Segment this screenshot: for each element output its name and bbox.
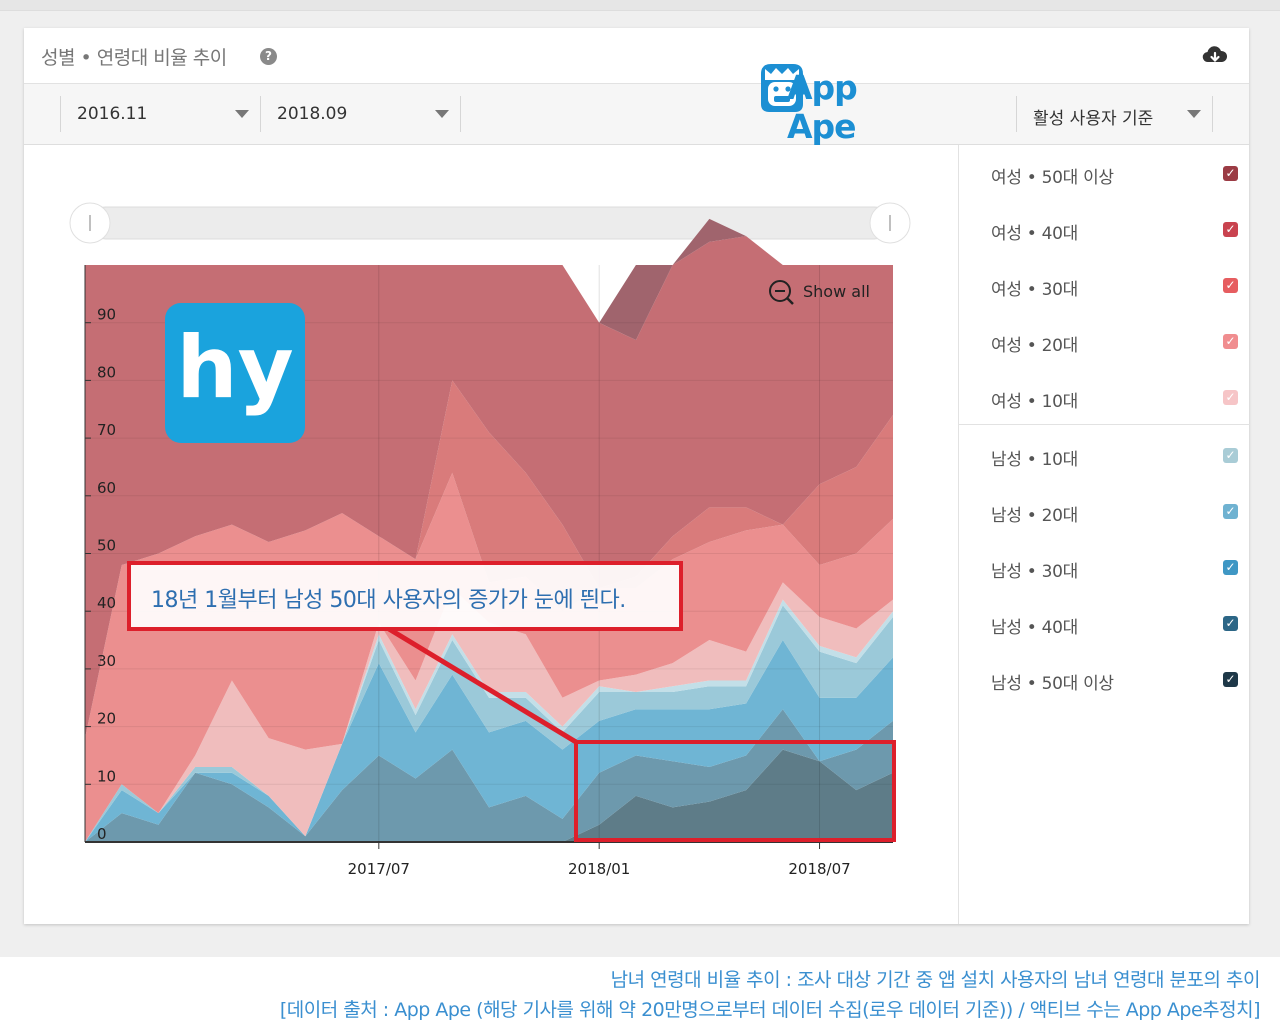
legend-item-label: 남성 • 20대 bbox=[991, 506, 1078, 526]
y-tick-label: 50 bbox=[97, 537, 116, 555]
legend-item[interactable]: 여성 • 10대 ✓ bbox=[959, 379, 1250, 419]
checkbox-icon[interactable]: ✓ bbox=[1223, 334, 1238, 349]
cloud-download-icon[interactable] bbox=[1202, 45, 1228, 67]
legend-item[interactable]: 남성 • 30대 ✓ bbox=[959, 549, 1250, 589]
legend-item-label: 여성 • 10대 bbox=[991, 392, 1078, 412]
checkbox-icon[interactable]: ✓ bbox=[1223, 672, 1238, 687]
legend-item-label: 여성 • 40대 bbox=[991, 224, 1078, 244]
caption-line-1: 남녀 연령대 비율 추이 : 조사 대상 기간 중 앱 설치 사용자의 남녀 연… bbox=[610, 969, 1261, 991]
app-ape-logo: App Ape bbox=[733, 60, 933, 146]
show-all-label: Show all bbox=[803, 282, 870, 301]
checkbox-icon[interactable]: ✓ bbox=[1223, 222, 1238, 237]
legend-item[interactable]: 여성 • 20대 ✓ bbox=[959, 323, 1250, 363]
checkbox-icon[interactable]: ✓ bbox=[1223, 166, 1238, 181]
x-tick-label: 2018/07 bbox=[788, 860, 850, 878]
y-tick-label: 10 bbox=[97, 767, 116, 785]
card-header: 성별 • 연령대 비율 추이 ? bbox=[24, 28, 1249, 84]
checkbox-icon[interactable]: ✓ bbox=[1223, 448, 1238, 463]
caption-line-2: [데이터 출처 : App Ape (해당 기사를 위해 약 20만명으로부터 … bbox=[279, 999, 1261, 1021]
y-tick-label: 80 bbox=[97, 363, 116, 381]
basis-select[interactable]: 활성 사용자 기준 bbox=[1016, 96, 1213, 132]
legend-item-label: 남성 • 30대 bbox=[991, 562, 1078, 582]
toolbar-divider bbox=[1212, 96, 1213, 132]
legend-item-label: 남성 • 10대 bbox=[991, 450, 1078, 470]
checkbox-icon[interactable]: ✓ bbox=[1223, 616, 1238, 631]
caption-bar: 남녀 연령대 비율 추이 : 조사 대상 기간 중 앱 설치 사용자의 남녀 연… bbox=[0, 957, 1280, 1032]
legend-item-label: 여성 • 50대 이상 bbox=[991, 168, 1114, 188]
y-tick-label: 90 bbox=[97, 306, 116, 324]
legend-item[interactable]: 여성 • 30대 ✓ bbox=[959, 267, 1250, 307]
legend-item[interactable]: 남성 • 10대 ✓ bbox=[959, 437, 1250, 477]
stacked-area-chart: 0 10 20 30 40 50 60 70 80 90 2017/07 2018/01 2018/0… bbox=[69, 202, 911, 878]
legend-panel bbox=[958, 145, 1250, 924]
slider-track bbox=[89, 206, 891, 240]
hy-app-logo: hy bbox=[165, 303, 305, 443]
checkbox-icon[interactable]: ✓ bbox=[1223, 278, 1238, 293]
hy-logo-text: hy bbox=[176, 318, 293, 418]
card-title: 성별 • 연령대 비율 추이 bbox=[41, 47, 227, 69]
x-tick-label: 2018/01 bbox=[568, 860, 630, 878]
checkbox-icon[interactable]: ✓ bbox=[1223, 560, 1238, 575]
chevron-down-icon bbox=[1187, 110, 1201, 118]
legend-item-label: 여성 • 20대 bbox=[991, 336, 1078, 356]
legend-item[interactable]: 남성 • 50대 이상 ✓ bbox=[959, 661, 1250, 701]
annotation-callout: 18년 1월부터 남성 50대 사용자의 증가가 눈에 띈다. bbox=[127, 561, 683, 631]
legend-item-label: 남성 • 50대 이상 bbox=[991, 674, 1114, 694]
y-tick-label: 60 bbox=[97, 479, 116, 497]
y-tick-label: 0 bbox=[97, 825, 107, 843]
y-tick-label: 30 bbox=[97, 652, 116, 670]
legend-item[interactable]: 남성 • 20대 ✓ bbox=[959, 493, 1250, 533]
legend-item[interactable]: 남성 • 40대 ✓ bbox=[959, 605, 1250, 645]
basis-value: 활성 사용자 기준 bbox=[1033, 109, 1154, 129]
legend-divider bbox=[959, 424, 1250, 425]
y-tick-label: 40 bbox=[97, 594, 116, 612]
question-circle-icon[interactable]: ? bbox=[260, 48, 277, 65]
range-slider[interactable] bbox=[69, 202, 911, 244]
legend-item[interactable]: 여성 • 50대 이상 ✓ bbox=[959, 155, 1250, 195]
checkbox-icon[interactable]: ✓ bbox=[1223, 504, 1238, 519]
legend-item-label: 남성 • 40대 bbox=[991, 618, 1078, 638]
y-tick-label: 70 bbox=[97, 421, 116, 439]
checkbox-icon[interactable]: ✓ bbox=[1223, 390, 1238, 405]
top-strip bbox=[0, 0, 1280, 11]
callout-text: 18년 1월부터 남성 50대 사용자의 증가가 눈에 띈다. bbox=[151, 588, 626, 613]
y-tick-label: 20 bbox=[97, 710, 116, 728]
legend-item[interactable]: 여성 • 40대 ✓ bbox=[959, 211, 1250, 251]
legend-item-label: 여성 • 30대 bbox=[991, 280, 1078, 300]
x-tick-label: 2017/07 bbox=[348, 860, 410, 878]
